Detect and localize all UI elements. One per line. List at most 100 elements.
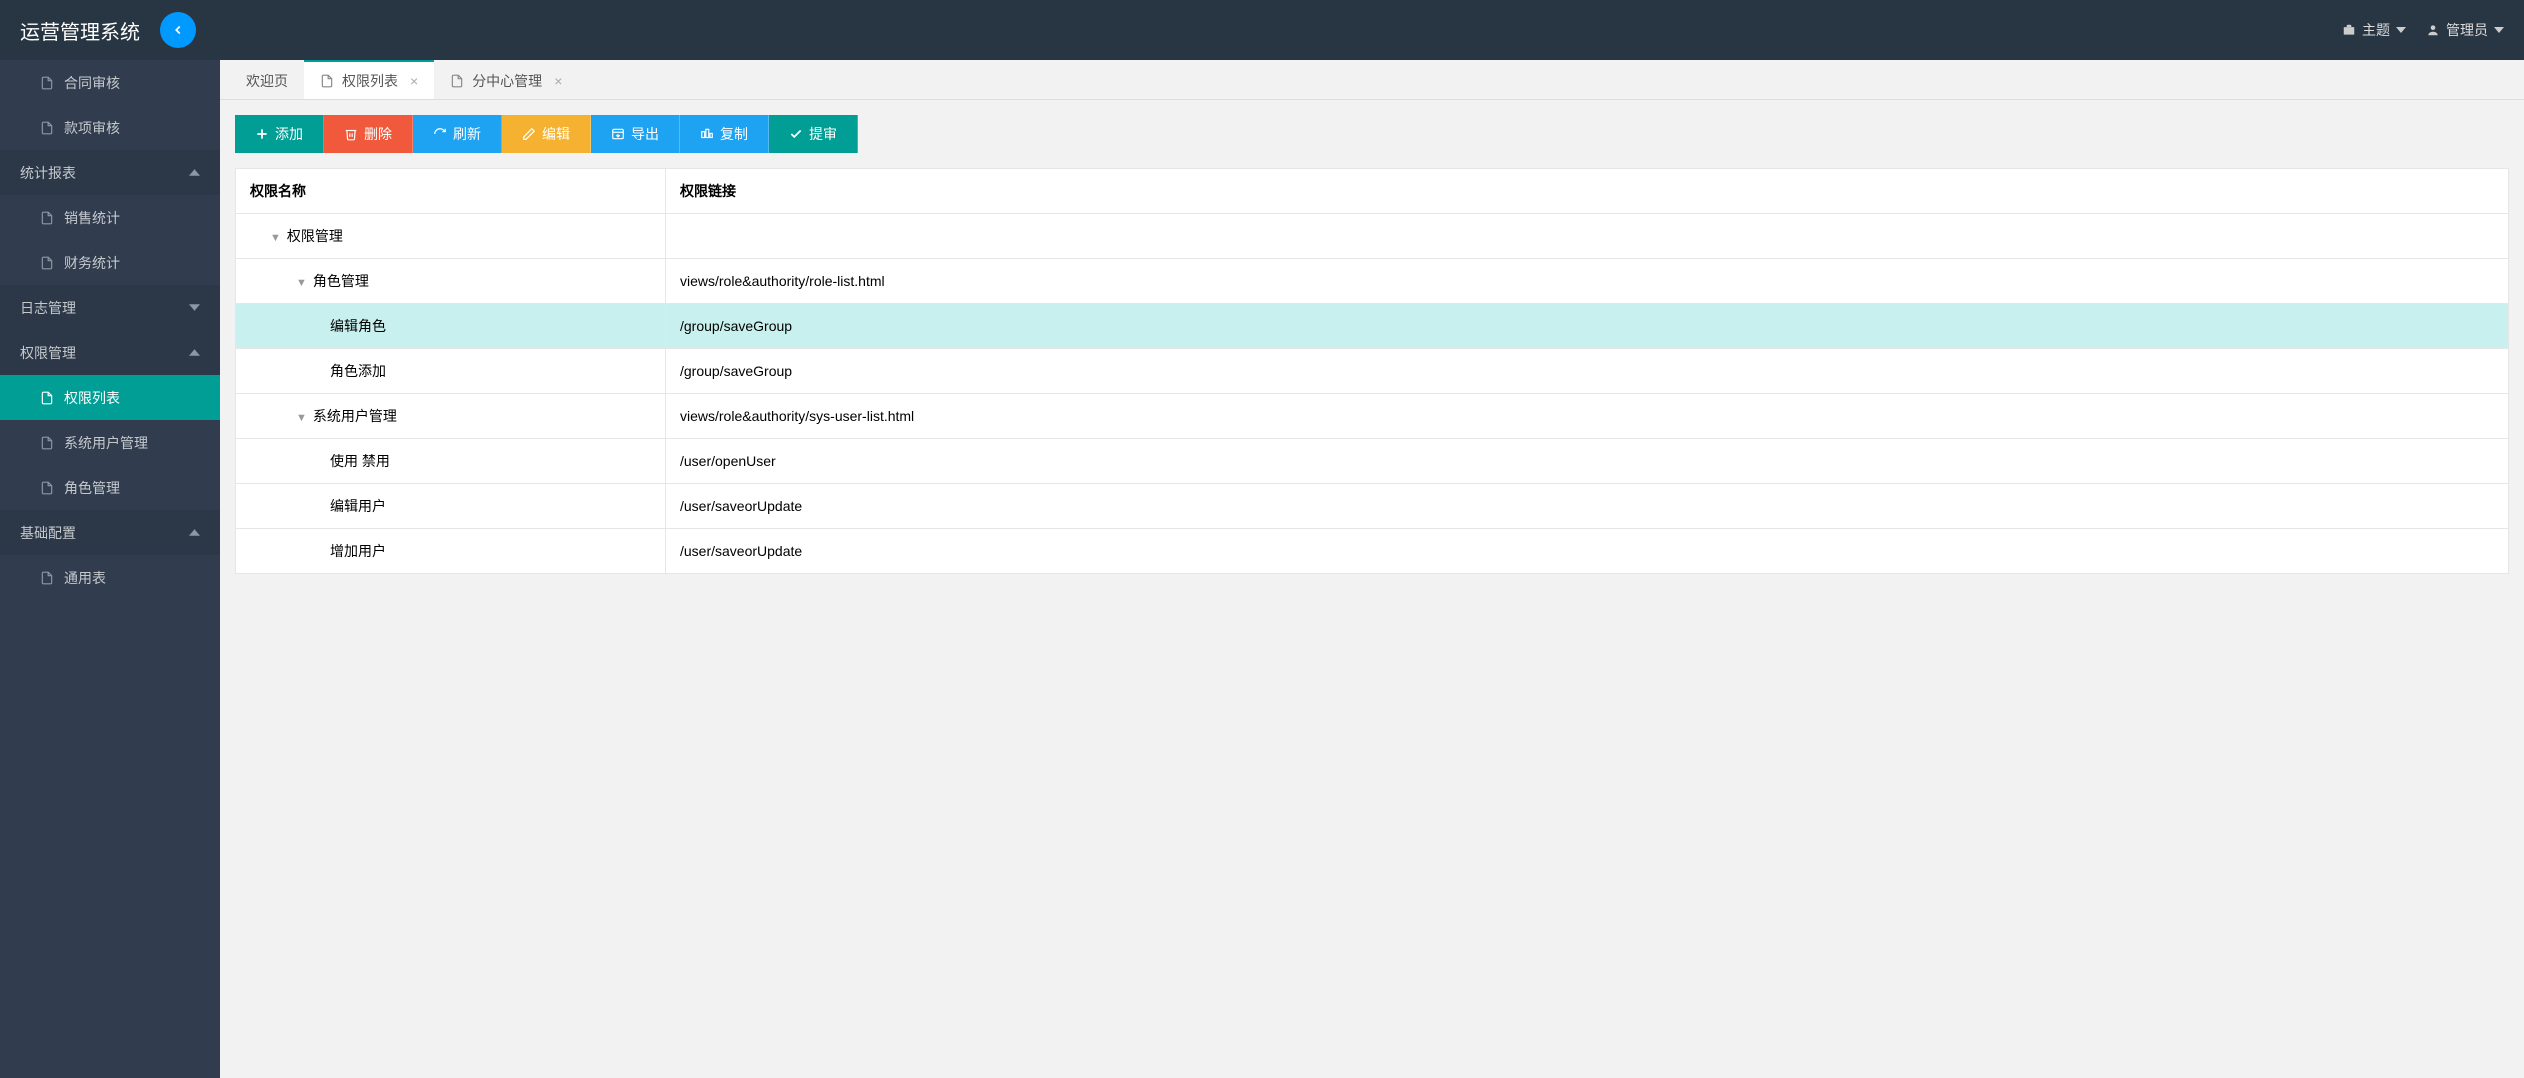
copy-icon	[700, 127, 714, 141]
sidebar-item[interactable]: 系统用户管理	[0, 420, 220, 465]
tab[interactable]: 分中心管理 ×	[434, 60, 578, 99]
caret-down-icon	[2494, 25, 2504, 35]
cell-link: /user/openUser	[666, 439, 2509, 484]
tab-bar: 欢迎页 权限列表 × 分中心管理 ×	[220, 60, 2524, 100]
permission-name: 系统用户管理	[313, 408, 397, 424]
caret-down-icon	[2396, 25, 2406, 35]
add-button[interactable]: 添加	[235, 115, 324, 153]
table-row[interactable]: 使用 禁用/user/openUser	[236, 439, 2509, 484]
export-label: 导出	[631, 124, 659, 144]
sidebar-item[interactable]: 权限列表	[0, 375, 220, 420]
sidebar-group[interactable]: 基础配置	[0, 510, 220, 555]
cell-link: views/role&authority/sys-user-list.html	[666, 394, 2509, 439]
refresh-icon	[433, 127, 447, 141]
refresh-label: 刷新	[453, 124, 481, 144]
cell-link: /group/saveGroup	[666, 304, 2509, 349]
sidebar: 合同审核款项审核统计报表销售统计财务统计日志管理权限管理权限列表系统用户管理角色…	[0, 60, 220, 1078]
file-icon	[40, 436, 54, 450]
tab-label: 权限列表	[342, 71, 398, 91]
file-icon	[40, 571, 54, 585]
table-row[interactable]: 增加用户/user/saveorUpdate	[236, 529, 2509, 574]
permission-name: 编辑角色	[330, 318, 386, 334]
caret-down-icon	[189, 302, 200, 313]
permission-name: 编辑用户	[330, 498, 386, 514]
sidebar-item[interactable]: 款项审核	[0, 105, 220, 150]
file-icon	[40, 76, 54, 90]
cell-name: 使用 禁用	[236, 439, 666, 484]
briefcase-icon	[2342, 23, 2356, 37]
delete-button[interactable]: 删除	[324, 115, 413, 153]
caret-up-icon	[189, 527, 200, 538]
caret-up-icon	[189, 347, 200, 358]
permission-name: 使用 禁用	[330, 453, 390, 469]
file-icon	[40, 481, 54, 495]
cell-name: 角色添加	[236, 349, 666, 394]
tab[interactable]: 权限列表 ×	[304, 60, 434, 99]
sidebar-item[interactable]: 角色管理	[0, 465, 220, 510]
refresh-button[interactable]: 刷新	[413, 115, 502, 153]
export-icon	[611, 127, 625, 141]
toolbar: 添加 删除 刷新 编辑 导出	[235, 115, 2509, 153]
table-row[interactable]: ▼ 权限管理	[236, 214, 2509, 259]
sidebar-group-label: 权限管理	[20, 343, 76, 363]
sidebar-item[interactable]: 合同审核	[0, 60, 220, 105]
tab-close-button[interactable]: ×	[554, 73, 562, 89]
sidebar-group[interactable]: 统计报表	[0, 150, 220, 195]
plus-icon	[255, 127, 269, 141]
delete-label: 删除	[364, 124, 392, 144]
permission-name: 权限管理	[287, 228, 343, 244]
file-icon	[320, 74, 334, 88]
tree-toggle-icon[interactable]: ▼	[296, 412, 307, 424]
table-row[interactable]: 编辑角色/group/saveGroup	[236, 304, 2509, 349]
tab-label: 分中心管理	[472, 71, 542, 91]
sidebar-collapse-button[interactable]	[160, 12, 196, 48]
tab-close-button[interactable]: ×	[410, 73, 418, 89]
cell-link: views/role&authority/role-list.html	[666, 259, 2509, 304]
table-row[interactable]: 编辑用户/user/saveorUpdate	[236, 484, 2509, 529]
sidebar-item-label: 款项审核	[64, 118, 120, 138]
sidebar-group-label: 基础配置	[20, 523, 76, 543]
sidebar-item[interactable]: 销售统计	[0, 195, 220, 240]
sidebar-item-label: 合同审核	[64, 73, 120, 93]
table-row[interactable]: ▼角色管理views/role&authority/role-list.html	[236, 259, 2509, 304]
cell-link	[666, 214, 2509, 259]
table-row[interactable]: ▼ 系统用户管理 views/role&authority/sys-user-lis…	[236, 394, 2509, 439]
tab-label: 欢迎页	[246, 71, 288, 91]
chevron-left-icon	[171, 23, 185, 37]
column-header-name[interactable]: 权限名称	[236, 169, 666, 214]
edit-button[interactable]: 编辑	[502, 115, 591, 153]
file-icon	[40, 256, 54, 270]
sidebar-item-label: 销售统计	[64, 208, 120, 228]
cell-name: 增加用户	[236, 529, 666, 574]
cell-name: 编辑角色	[236, 304, 666, 349]
content: 添加 删除 刷新 编辑 导出	[220, 100, 2524, 1078]
column-header-link[interactable]: 权限链接	[666, 169, 2509, 214]
permission-name: 角色添加	[330, 363, 386, 379]
sidebar-item-label: 通用表	[64, 568, 106, 588]
tab[interactable]: 欢迎页	[230, 60, 304, 99]
sidebar-group[interactable]: 权限管理	[0, 330, 220, 375]
add-label: 添加	[275, 124, 303, 144]
sidebar-item-label: 角色管理	[64, 478, 120, 498]
cell-name: ▼ 系统用户管理	[236, 394, 666, 439]
caret-up-icon	[189, 167, 200, 178]
table-row[interactable]: 角色添加/group/saveGroup	[236, 349, 2509, 394]
file-icon	[450, 74, 464, 88]
permission-name: 增加用户	[330, 543, 386, 559]
sidebar-item[interactable]: 通用表	[0, 555, 220, 600]
submit-button[interactable]: 提审	[769, 115, 858, 153]
tree-toggle-icon[interactable]: ▼	[296, 277, 307, 289]
tree-toggle-icon[interactable]: ▼	[270, 232, 281, 244]
user-menu[interactable]: 管理员	[2426, 20, 2504, 40]
copy-button[interactable]: 复制	[680, 115, 769, 153]
permission-table: 权限名称 权限链接 ▼ 权限管理 ▼角色管理views/role&authority…	[235, 168, 2509, 574]
sidebar-item-label: 财务统计	[64, 253, 120, 273]
cell-link: /user/saveorUpdate	[666, 484, 2509, 529]
theme-label: 主题	[2362, 20, 2390, 40]
sidebar-group-label: 统计报表	[20, 163, 76, 183]
export-button[interactable]: 导出	[591, 115, 680, 153]
sidebar-group[interactable]: 日志管理	[0, 285, 220, 330]
theme-menu[interactable]: 主题	[2342, 20, 2406, 40]
sidebar-item-label: 权限列表	[64, 388, 120, 408]
sidebar-item[interactable]: 财务统计	[0, 240, 220, 285]
